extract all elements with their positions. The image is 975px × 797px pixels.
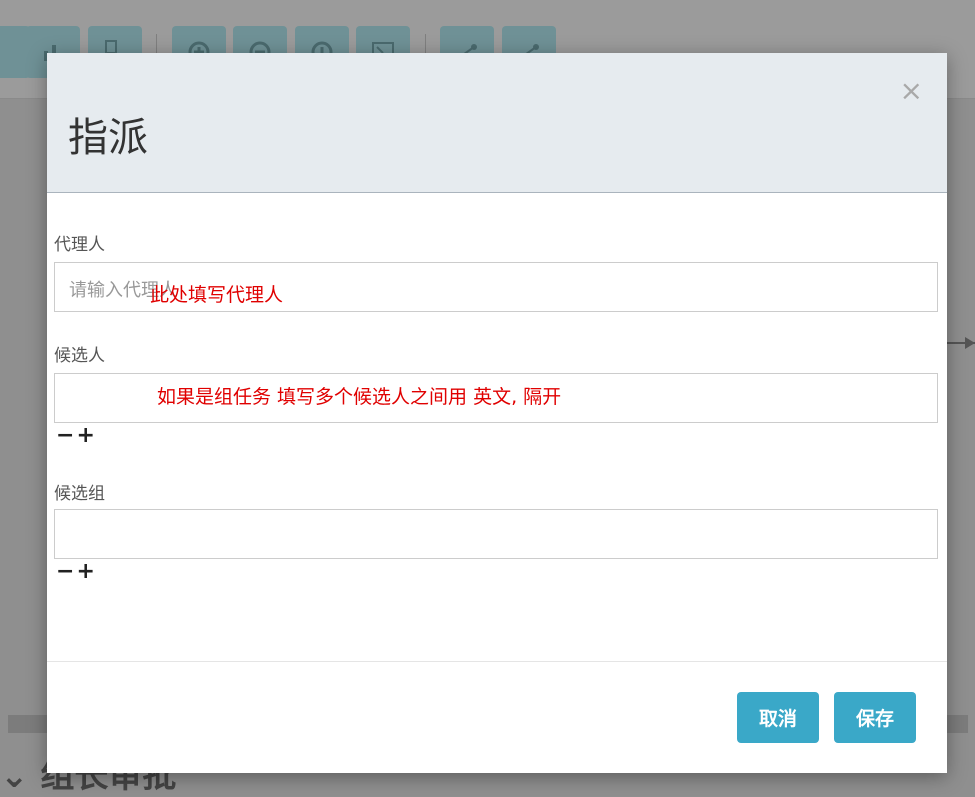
candidate-users-annotation: 如果是组任务 填写多个候选人之间用 英文, 隔开 (157, 386, 562, 408)
dialog-title: 指派 (68, 115, 148, 161)
add-candidate-user-button[interactable]: + (76, 423, 96, 448)
assign-dialog: 指派 × 代理人 请输入代理人 此处填写代理人 候选人 如果是组任务 填写多个候… (47, 53, 947, 773)
assignee-label: 代理人 (54, 235, 105, 255)
assignee-annotation: 此处填写代理人 (150, 284, 284, 306)
candidate-groups-label: 候选组 (54, 484, 105, 504)
candidate-users-label: 候选人 (54, 346, 105, 366)
save-button[interactable]: 保存 (834, 692, 916, 743)
add-candidate-group-button[interactable]: + (76, 559, 96, 584)
close-icon[interactable]: × (900, 77, 923, 105)
background-flow-arrow (945, 337, 975, 349)
candidate-groups-input[interactable] (54, 509, 938, 559)
candidate-groups-controls: −+ (56, 561, 97, 583)
remove-candidate-group-button[interactable]: − (56, 559, 76, 584)
cancel-button[interactable]: 取消 (737, 692, 819, 743)
footer-divider (47, 661, 947, 662)
candidate-users-controls: −+ (56, 425, 97, 447)
dialog-header: 指派 × (47, 53, 947, 193)
remove-candidate-user-button[interactable]: − (56, 423, 76, 448)
